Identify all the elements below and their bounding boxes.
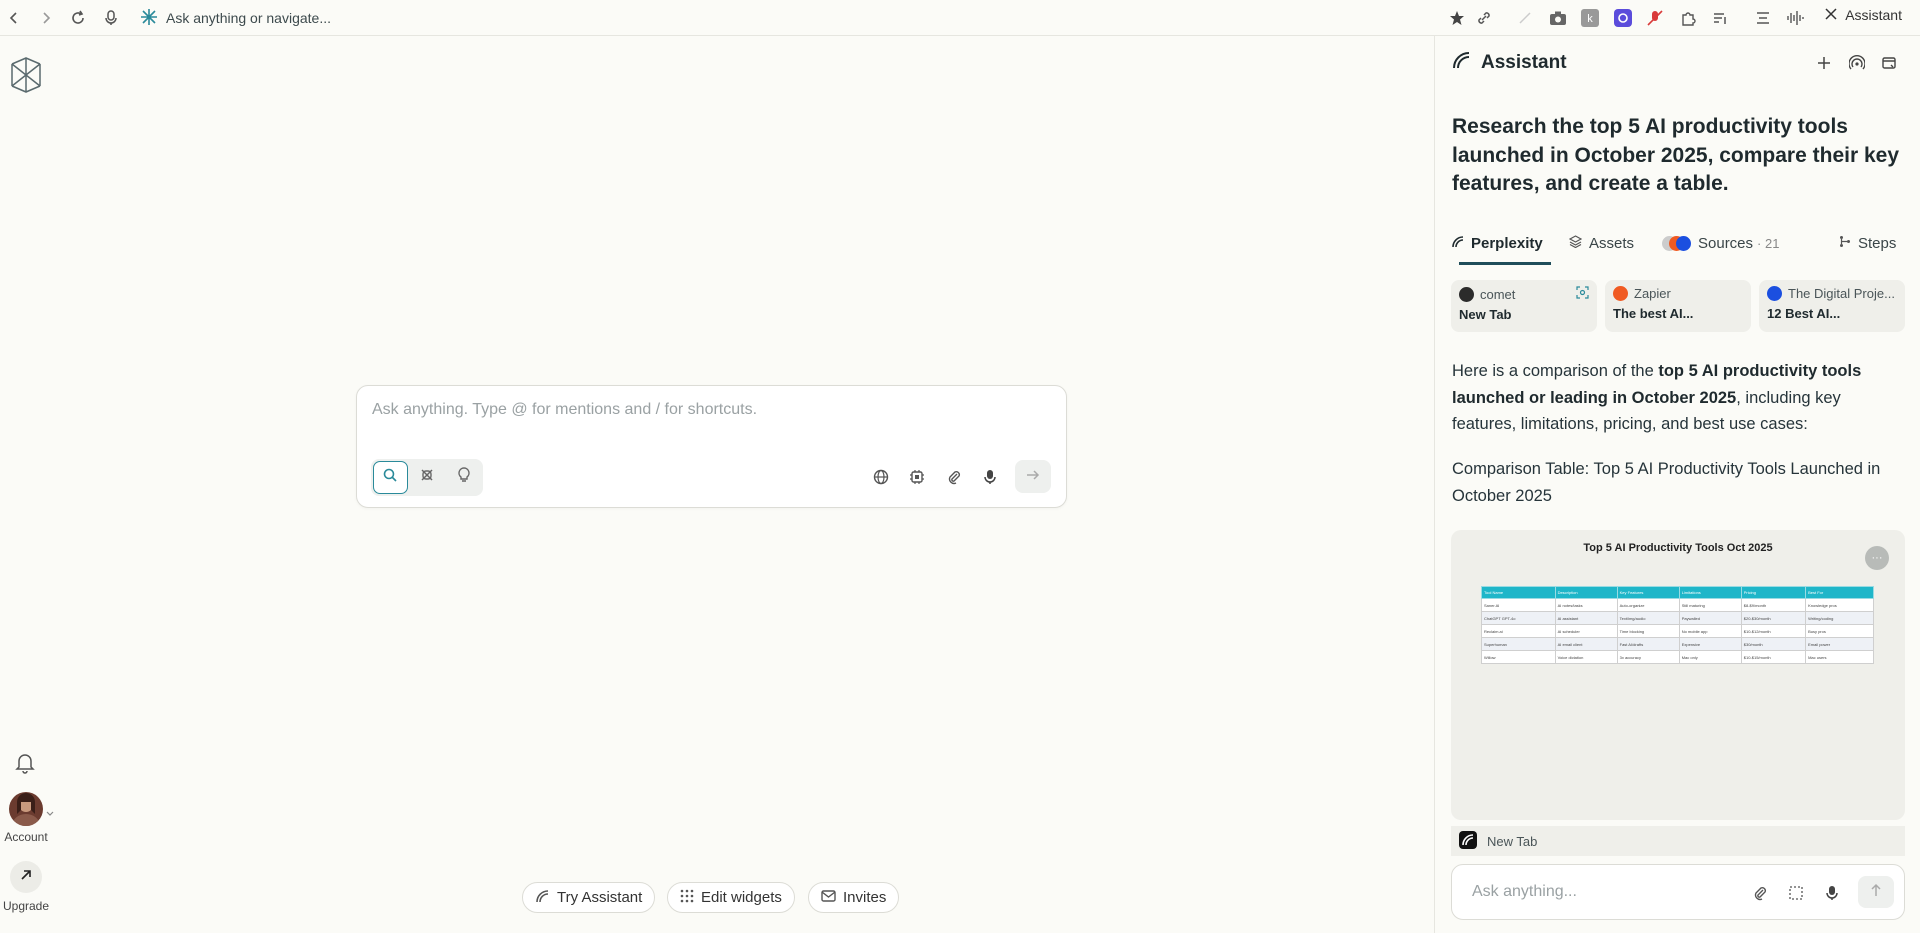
microphone-icon[interactable] xyxy=(977,464,1003,490)
globe-icon[interactable] xyxy=(868,464,894,490)
answer-tabs: Perplexity Assets Sources · 21 Steps xyxy=(1451,222,1911,264)
digital-project-favicon-icon xyxy=(1767,286,1782,301)
extensions-puzzle-icon[interactable] xyxy=(1678,8,1698,28)
generated-table-image[interactable]: Top 5 AI Productivity Tools Oct 2025 ···… xyxy=(1451,530,1905,820)
forward-icon[interactable] xyxy=(36,8,56,28)
invites-button[interactable]: Invites xyxy=(808,882,900,913)
comet-favicon-icon xyxy=(1459,830,1477,852)
extension-muted-icon[interactable] xyxy=(1515,8,1535,28)
active-tab-indicator xyxy=(1459,262,1551,265)
upgrade-button[interactable] xyxy=(10,861,42,893)
menu-lines-icon[interactable] xyxy=(1753,8,1773,28)
table-row: Saner.AI AI notes/tasks Auto-organize St… xyxy=(1481,598,1874,612)
grid-dots-icon xyxy=(680,889,694,907)
camera-icon[interactable] xyxy=(1548,8,1568,28)
tab-sources[interactable]: Sources · 21 xyxy=(1662,222,1779,264)
source-card[interactable]: comet New Tab xyxy=(1451,280,1597,332)
search-mode-button[interactable] xyxy=(373,461,408,494)
comet-favicon-icon xyxy=(1459,286,1474,302)
research-mode-button[interactable] xyxy=(410,461,445,494)
lightbulb-icon xyxy=(457,467,471,488)
reading-list-icon[interactable] xyxy=(1710,8,1730,28)
left-rail: Account Upgrade xyxy=(0,37,54,933)
assistant-input-box[interactable]: Ask anything... xyxy=(1451,864,1905,920)
close-icon xyxy=(1825,7,1837,23)
new-thread-plus-icon[interactable] xyxy=(1813,52,1835,74)
answer-intro: Here is a comparison of the top 5 AI pro… xyxy=(1452,362,1862,433)
paperclip-icon[interactable] xyxy=(941,464,967,490)
audio-waveform-icon[interactable] xyxy=(1785,8,1805,28)
perplexity-assistant-icon xyxy=(1451,235,1464,252)
search-icon xyxy=(382,467,398,488)
labs-mode-button[interactable] xyxy=(446,461,481,494)
table-row: Willow Voice dictation 3x accuracy Mac o… xyxy=(1481,650,1874,664)
atom-icon xyxy=(419,467,435,488)
arrow-up-right-icon xyxy=(20,868,32,886)
assistant-toggle-label: Assistant xyxy=(1845,7,1902,23)
arrow-right-icon xyxy=(1026,468,1040,486)
table-row: ChatGPT GPT-4o AI assistant Text/img/aud… xyxy=(1481,611,1874,625)
scan-icon[interactable] xyxy=(1576,286,1589,302)
more-options-icon[interactable]: ··· xyxy=(1865,546,1889,570)
zapier-favicon-icon xyxy=(1613,286,1628,301)
mode-selector xyxy=(371,459,483,496)
comet-logo-icon[interactable] xyxy=(9,56,43,99)
table-row: Reclaim.ai AI scheduler Time blocking No… xyxy=(1481,624,1874,638)
submit-button[interactable] xyxy=(1015,460,1051,493)
assistant-input-placeholder[interactable]: Ask anything... xyxy=(1472,883,1577,901)
answer-subheading: Comparison Table: Top 5 AI Productivity … xyxy=(1452,460,1881,505)
assistant-toggle-button[interactable]: Assistant xyxy=(1825,7,1902,23)
browser-toolbar: Ask anything or navigate... k Assistant xyxy=(0,0,1920,36)
perplexity-assistant-icon xyxy=(535,888,550,907)
svg-text:k: k xyxy=(1587,13,1593,25)
avatar[interactable] xyxy=(9,792,43,826)
assistant-title: Assistant xyxy=(1481,52,1567,73)
main-search-box[interactable]: Ask anything. Type @ for mentions and / … xyxy=(356,385,1067,508)
context-tab-chip[interactable]: New Tab xyxy=(1451,826,1905,856)
extension-mic-off-icon[interactable] xyxy=(1645,8,1665,28)
broadcast-icon[interactable] xyxy=(1846,52,1868,74)
tab-perplexity[interactable]: Perplexity xyxy=(1451,222,1543,264)
user-query: Research the top 5 AI productivity tools… xyxy=(1452,115,1899,195)
back-icon[interactable] xyxy=(4,8,24,28)
image-title: Top 5 AI Productivity Tools Oct 2025 xyxy=(1583,542,1773,554)
steps-branch-icon xyxy=(1839,235,1851,252)
microphone-icon[interactable] xyxy=(101,8,121,28)
chevron-down-icon[interactable] xyxy=(46,804,54,822)
tab-steps[interactable]: Steps xyxy=(1839,222,1896,264)
account-label[interactable]: Account xyxy=(0,830,52,844)
layers-icon xyxy=(1568,234,1583,252)
search-input-placeholder[interactable]: Ask anything. Type @ for mentions and / … xyxy=(372,401,757,419)
edit-widgets-button[interactable]: Edit widgets xyxy=(667,882,795,913)
notifications-bell-icon[interactable] xyxy=(15,752,35,779)
table-row: Superhuman AI email client Fast AI/draft… xyxy=(1481,637,1874,651)
mail-icon xyxy=(821,889,836,906)
send-button[interactable] xyxy=(1858,876,1894,908)
upgrade-label[interactable]: Upgrade xyxy=(0,899,52,913)
screenshot-select-icon[interactable] xyxy=(1784,881,1808,905)
source-card[interactable]: The Digital Proje... 12 Best AI... xyxy=(1759,280,1905,332)
reload-icon[interactable] xyxy=(68,8,88,28)
source-favicons-icon xyxy=(1662,235,1691,251)
microphone-icon[interactable] xyxy=(1820,881,1844,905)
omnibox[interactable]: Ask anything or navigate... xyxy=(140,7,331,29)
link-icon[interactable] xyxy=(1474,8,1494,28)
source-card[interactable]: Zapier The best AI... xyxy=(1605,280,1751,332)
history-icon[interactable] xyxy=(1878,52,1900,74)
omnibox-placeholder: Ask anything or navigate... xyxy=(166,10,331,26)
extension-k-icon[interactable]: k xyxy=(1580,8,1600,28)
extension-gear-icon[interactable] xyxy=(1613,8,1633,28)
perplexity-assistant-icon xyxy=(1451,50,1471,76)
comet-logo-icon xyxy=(140,8,158,29)
cpu-chip-icon[interactable] xyxy=(904,464,930,490)
assistant-header: Assistant xyxy=(1451,50,1567,76)
bookmark-star-icon[interactable] xyxy=(1447,8,1467,28)
tab-assets[interactable]: Assets xyxy=(1568,222,1634,264)
comparison-table: Tool Name Description Key Features Limit… xyxy=(1481,586,1874,664)
paperclip-icon[interactable] xyxy=(1748,881,1772,905)
assistant-panel: Assistant Research the top 5 AI producti… xyxy=(1434,36,1920,933)
arrow-up-icon xyxy=(1870,883,1882,902)
try-assistant-button[interactable]: Try Assistant xyxy=(522,882,656,913)
